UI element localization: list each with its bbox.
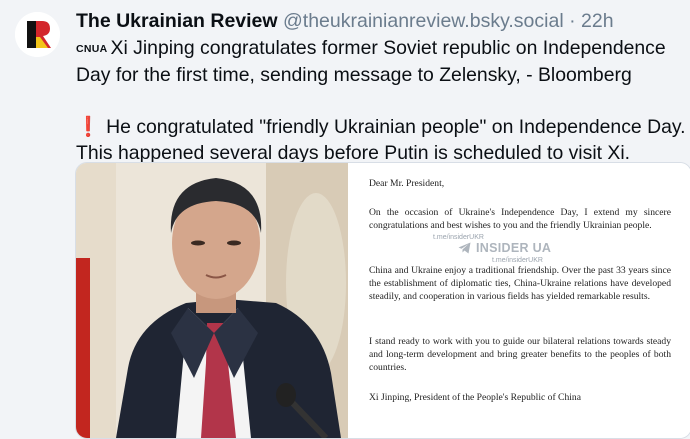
post-time[interactable]: 22h [581,10,614,32]
watermark-text: INSIDER UA [476,241,552,255]
post-line-2: He congratulated "friendly Ukrainian peo… [76,116,686,164]
letter-salutation: Dear Mr. President, [369,178,445,189]
china-flag-label: CNUA [76,43,108,55]
letter-paragraph-1: On the occasion of Ukraine's Independenc… [369,207,671,232]
letter-image: Dear Mr. President, On the occasion of U… [348,163,690,438]
post-text: CNUA Xi Jinping congratulates former Sovi… [76,35,686,166]
post-image[interactable]: Dear Mr. President, On the occasion of U… [75,162,690,439]
letter-signature: Xi Jinping, President of the People's Re… [369,392,581,403]
xi-jinping-photo [76,163,348,438]
post-header: The Ukrainian Review @theukrainianreview… [76,8,614,34]
letter-paragraph-2: China and Ukraine enjoy a traditional fr… [369,265,671,303]
post-line-1: Xi Jinping congratulates former Soviet r… [76,37,666,86]
post-paragraph-1: CNUA Xi Jinping congratulates former Sovi… [76,35,686,88]
post-paragraph-2: ❗ He congratulated "friendly Ukrainian pe… [76,114,686,166]
author-name[interactable]: The Ukrainian Review [76,10,278,32]
separator: · [569,10,576,32]
portrait-illustration [76,163,348,438]
ukrainian-review-logo-icon [15,12,60,57]
watermark-url-2: t.me/insiderUKR [492,257,543,264]
watermark-logo: INSIDER UA [458,241,551,255]
exclamation-icon: ❗ [76,116,101,138]
author-handle[interactable]: @theukrainianreview.bsky.social [283,10,564,32]
letter-paragraph-3: I stand ready to work with you to guide … [369,336,671,374]
telegram-icon [458,242,471,254]
author-avatar[interactable] [15,12,60,57]
